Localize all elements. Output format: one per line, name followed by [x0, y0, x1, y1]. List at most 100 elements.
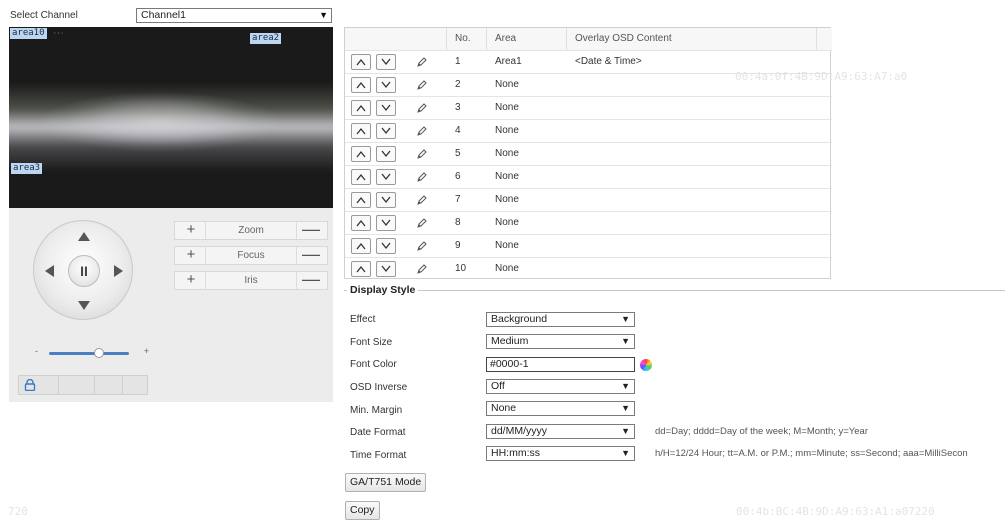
display-style-section: Display Style Effect Background ▼ Font S… — [344, 284, 1005, 472]
row-content: <Date & Time> — [575, 56, 642, 67]
move-up-button[interactable] — [351, 146, 371, 162]
iris-close-button[interactable]: — — [299, 270, 323, 289]
zoom-in-button[interactable]: + — [179, 222, 203, 239]
table-row[interactable]: 8 None — [345, 211, 832, 234]
move-down-button[interactable] — [376, 215, 396, 231]
table-row[interactable]: 5 None — [345, 142, 832, 165]
slider-track[interactable] — [49, 352, 129, 355]
iris-open-button[interactable]: + — [179, 272, 203, 289]
edit-pencil-icon[interactable] — [416, 263, 428, 275]
row-no: 5 — [455, 148, 461, 159]
zoom-out-button[interactable]: — — [299, 220, 323, 239]
tool-button-3[interactable] — [95, 376, 123, 394]
edit-pencil-icon[interactable] — [416, 148, 428, 160]
table-row[interactable]: 4 None — [345, 119, 832, 142]
row-no: 7 — [455, 194, 461, 205]
tool-button-2[interactable] — [59, 376, 95, 394]
row-area: None — [495, 125, 519, 136]
arrow-left-icon[interactable] — [45, 265, 54, 277]
slider-handle[interactable] — [94, 348, 105, 358]
move-down-button[interactable] — [376, 261, 396, 277]
focus-label: Focus — [205, 247, 297, 264]
arrow-right-icon[interactable] — [114, 265, 123, 277]
chevron-down-icon: ▼ — [621, 426, 630, 436]
move-down-button[interactable] — [376, 169, 396, 185]
edit-pencil-icon[interactable] — [416, 217, 428, 229]
osd-area-tag-3[interactable]: area3 — [11, 163, 43, 174]
move-up-button[interactable] — [351, 77, 371, 93]
font-size-select[interactable]: Medium ▼ — [486, 334, 635, 349]
row-no: 8 — [455, 217, 461, 228]
move-down-button[interactable] — [376, 238, 396, 254]
edit-pencil-icon[interactable] — [416, 240, 428, 252]
edit-pencil-icon[interactable] — [416, 194, 428, 206]
color-picker-icon[interactable] — [640, 359, 652, 371]
pause-button[interactable]: II — [68, 255, 100, 287]
font-size-value: Medium — [491, 335, 529, 347]
move-down-button[interactable] — [376, 192, 396, 208]
lock-icon — [24, 379, 36, 391]
video-preview[interactable]: area10 ··· area2 area3 — [9, 27, 333, 208]
ptz-control-panel: II + Zoom — + Focus — + Iris — - + — [9, 208, 333, 402]
min-margin-value: None — [491, 402, 517, 414]
move-down-button[interactable] — [376, 54, 396, 70]
move-down-button[interactable] — [376, 100, 396, 116]
chevron-down-icon: ▼ — [621, 314, 630, 324]
row-no: 2 — [455, 79, 461, 90]
arrow-down-icon[interactable] — [78, 301, 90, 310]
table-row[interactable]: 7 None — [345, 188, 832, 211]
table-row[interactable]: 6 None — [345, 165, 832, 188]
date-format-select[interactable]: dd/MM/yyyy ▼ — [486, 424, 635, 439]
date-format-label: Date Format — [350, 427, 406, 438]
move-up-button[interactable] — [351, 54, 371, 70]
tool-button-4[interactable] — [123, 376, 147, 394]
row-area: None — [495, 148, 519, 159]
move-down-button[interactable] — [376, 77, 396, 93]
min-margin-select[interactable]: None ▼ — [486, 401, 635, 416]
row-no: 4 — [455, 125, 461, 136]
move-up-button[interactable] — [351, 169, 371, 185]
time-format-label: Time Format — [350, 450, 407, 461]
font-color-label: Font Color — [350, 359, 397, 370]
table-row[interactable]: 10 None — [345, 257, 832, 280]
edit-pencil-icon[interactable] — [416, 56, 428, 68]
font-color-input[interactable]: #0000-1 — [486, 357, 635, 372]
move-down-button[interactable] — [376, 123, 396, 139]
move-up-button[interactable] — [351, 192, 371, 208]
select-channel-label: Select Channel — [10, 10, 78, 21]
effect-select[interactable]: Background ▼ — [486, 312, 635, 327]
table-row[interactable]: 3 None — [345, 96, 832, 119]
copy-button[interactable]: Copy — [345, 501, 380, 520]
time-format-value: HH:mm:ss — [491, 447, 540, 459]
table-row[interactable]: 9 None — [345, 234, 832, 257]
move-up-button[interactable] — [351, 100, 371, 116]
row-area: None — [495, 194, 519, 205]
focus-far-button[interactable]: — — [299, 245, 323, 264]
osd-area-tag-2[interactable]: area2 — [250, 33, 282, 44]
edit-pencil-icon[interactable] — [416, 79, 428, 91]
osd-area-tag-1[interactable]: area10 — [10, 28, 47, 39]
gat751-mode-button[interactable]: GA/T751 Mode — [345, 473, 427, 492]
lock-button[interactable] — [19, 376, 59, 394]
ptz-tool-row — [18, 375, 148, 395]
row-no: 1 — [455, 56, 461, 67]
edit-pencil-icon[interactable] — [416, 102, 428, 114]
move-up-button[interactable] — [351, 238, 371, 254]
edit-pencil-icon[interactable] — [416, 171, 428, 183]
move-up-button[interactable] — [351, 215, 371, 231]
time-format-hint: h/H=12/24 Hour; tt=A.M. or P.M.; mm=Minu… — [655, 448, 968, 459]
move-up-button[interactable] — [351, 261, 371, 277]
channel-select[interactable]: Channel1 ▼ — [136, 8, 332, 23]
time-format-select[interactable]: HH:mm:ss ▼ — [486, 446, 635, 461]
watermark-top-right: 00:4a:0f:4B:9D:A9:63:A7:a0 — [735, 70, 908, 83]
osd-inverse-select[interactable]: Off ▼ — [486, 379, 635, 394]
move-up-button[interactable] — [351, 123, 371, 139]
row-area: None — [495, 217, 519, 228]
direction-pad: II — [33, 220, 133, 320]
speed-slider[interactable]: - + — [35, 346, 149, 358]
arrow-up-icon[interactable] — [78, 232, 90, 241]
edit-pencil-icon[interactable] — [416, 125, 428, 137]
move-down-button[interactable] — [376, 146, 396, 162]
focus-near-button[interactable]: + — [179, 247, 203, 264]
osd-table: No. Area Overlay OSD Content 1 Area1 <Date… — [344, 27, 832, 280]
